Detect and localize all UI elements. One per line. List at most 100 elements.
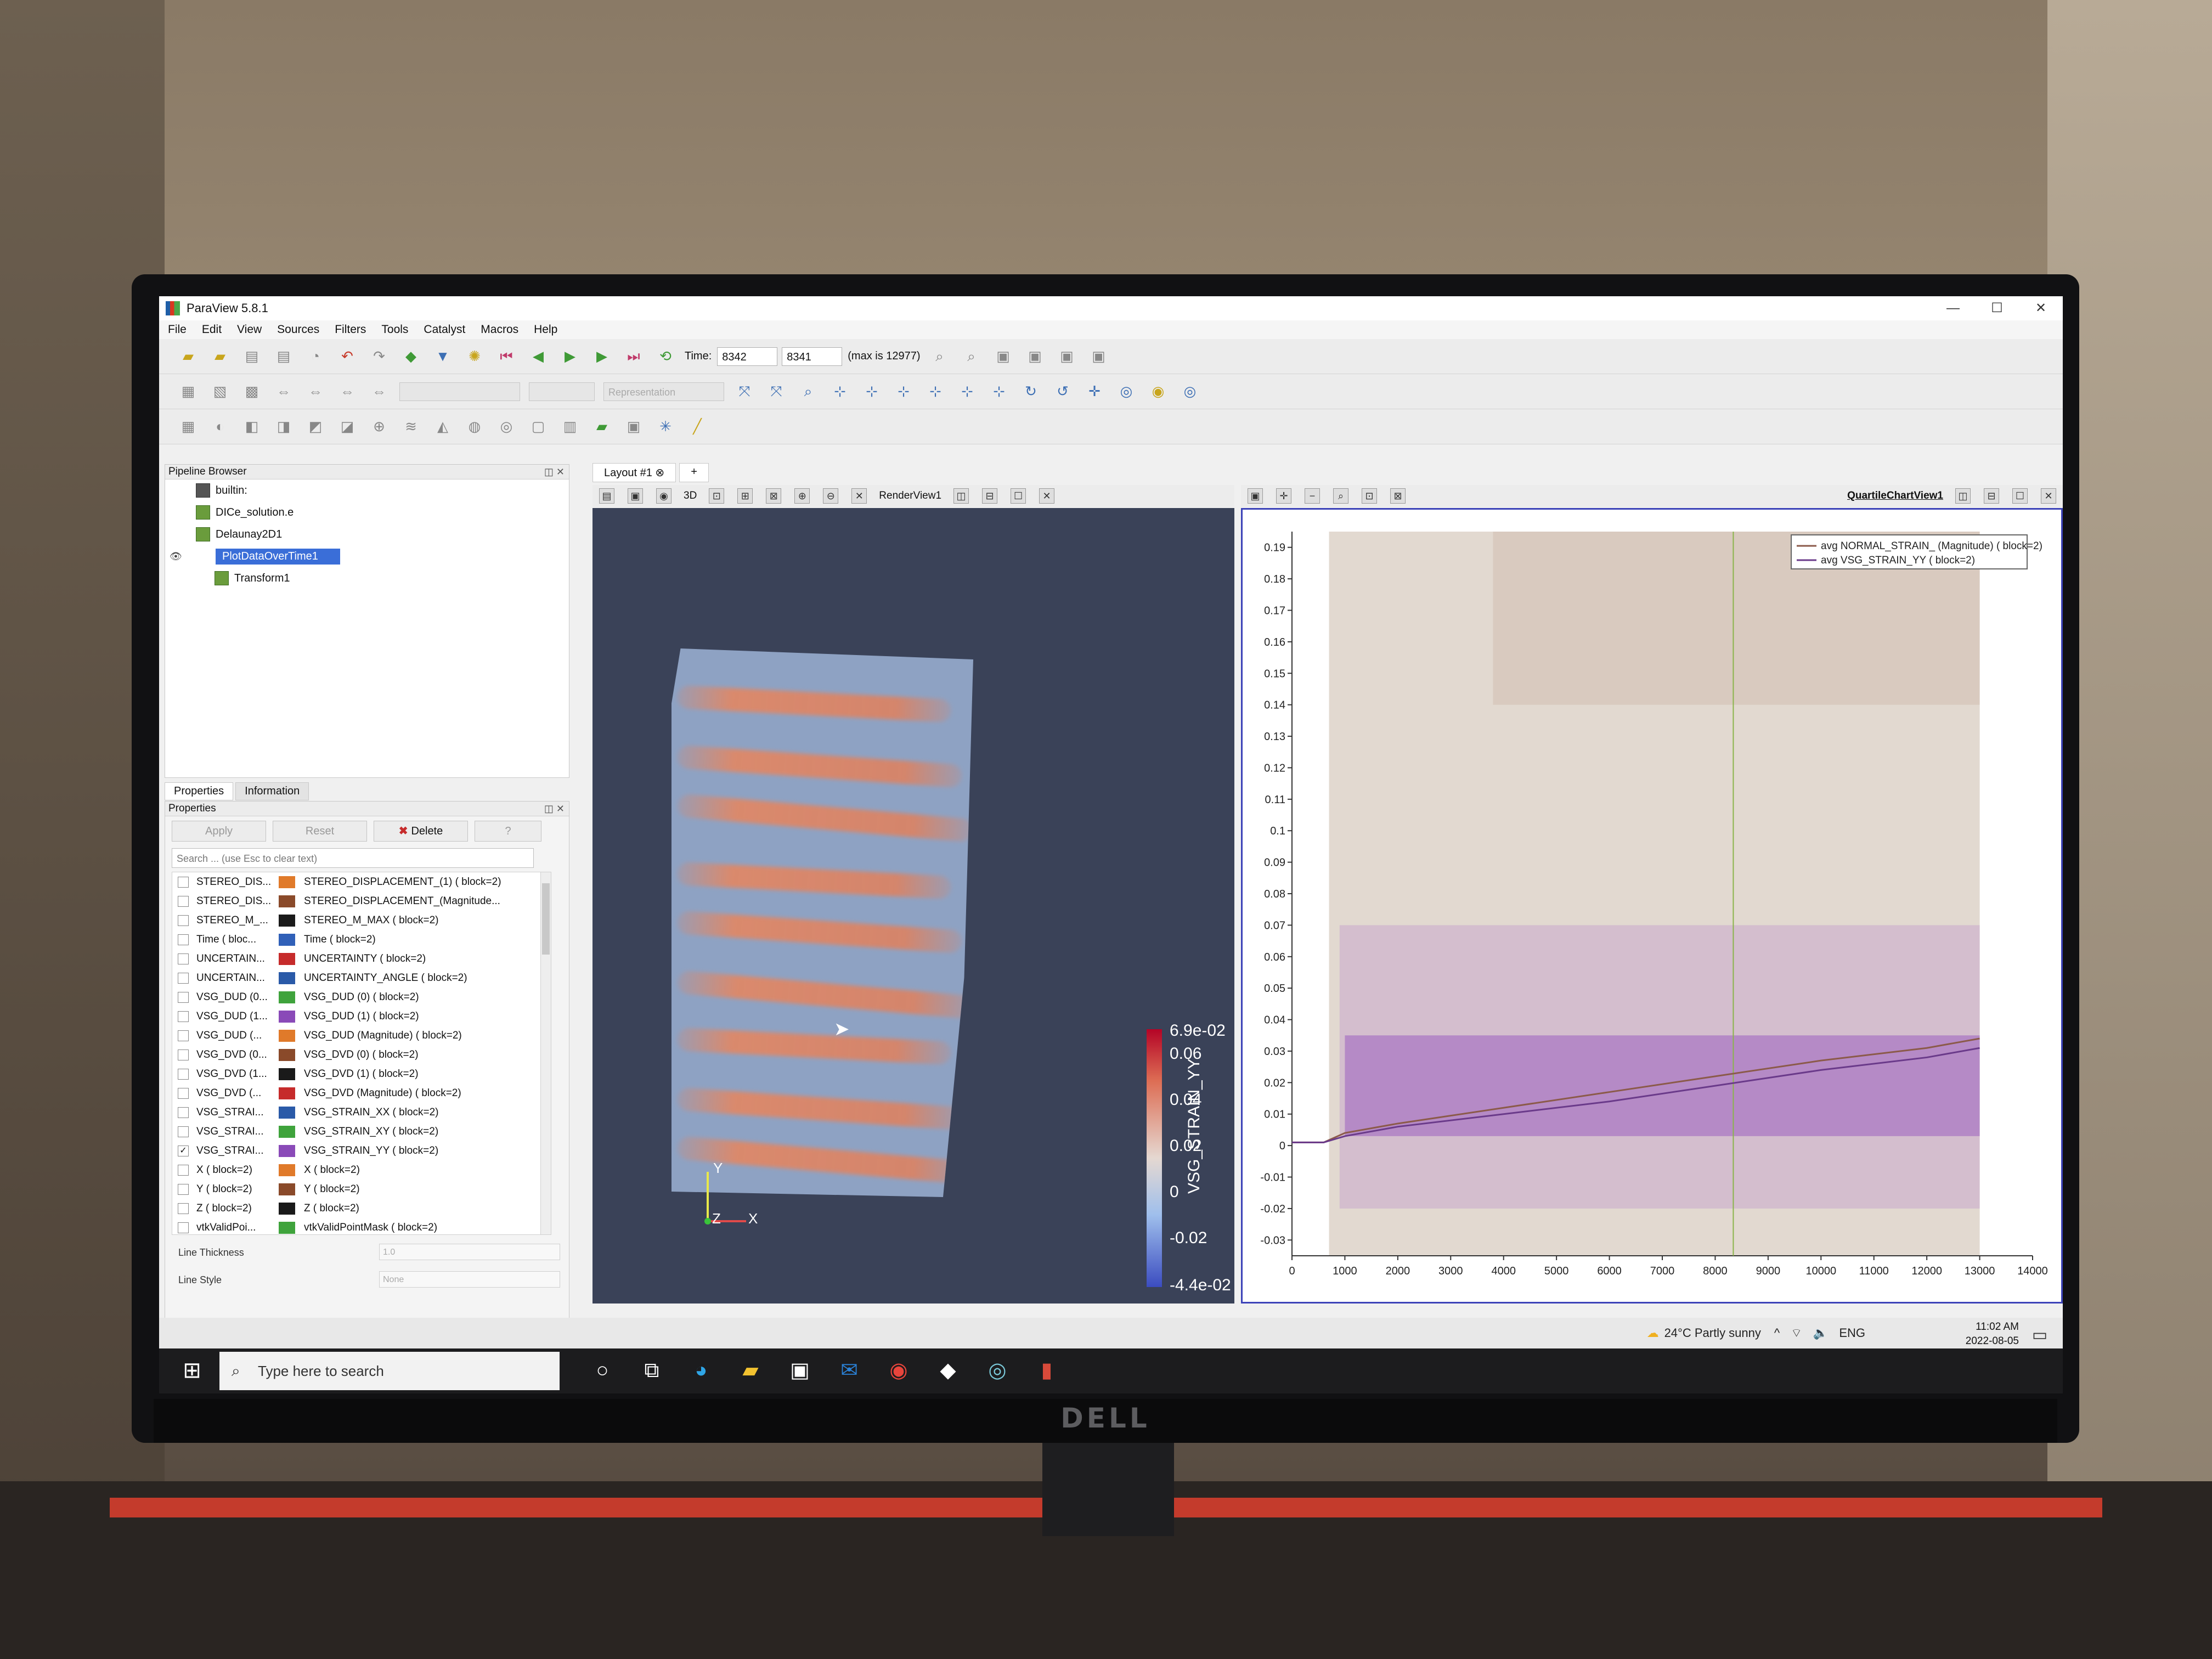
series-color-swatch[interactable]	[279, 1221, 295, 1234]
stream-tracer-icon[interactable]: ≋	[401, 417, 421, 437]
series-color-swatch[interactable]	[279, 895, 295, 907]
rescale-icon[interactable]: ⇔	[274, 382, 294, 402]
interactive-select-icon[interactable]: ⊠	[766, 488, 782, 504]
series-row[interactable]: VSG_DUD (... VSG_DUD (Magnitude) ( block=…	[172, 1026, 551, 1045]
tab-layout-1[interactable]: Layout #1 ⊗	[592, 463, 676, 482]
series-checkbox[interactable]	[178, 895, 189, 907]
series-color-swatch[interactable]	[279, 1029, 295, 1042]
shrink-selection-icon[interactable]: ⊖	[823, 488, 839, 504]
series-row[interactable]: X ( block=2) X ( block=2)	[172, 1160, 551, 1180]
menu-file[interactable]: File	[168, 323, 187, 336]
series-row[interactable]: Y ( block=2) Y ( block=2)	[172, 1180, 551, 1199]
series-row[interactable]: UNCERTAIN... UNCERTAINTY ( block=2)	[172, 949, 551, 968]
tray-chevron-icon[interactable]: ^	[1774, 1326, 1780, 1340]
chart-capture-icon[interactable]: ▣	[1248, 488, 1263, 504]
tab-information[interactable]: Information	[235, 782, 309, 800]
view-minus-x-icon[interactable]: ⊹	[862, 382, 882, 402]
panel-close-icon[interactable]: ◫ ✕	[544, 465, 565, 479]
series-checkbox[interactable]	[178, 915, 189, 926]
series-row[interactable]: ✓ VSG_STRAI... VSG_STRAIN_YY ( block=2)	[172, 1141, 551, 1160]
chart-add-icon[interactable]: ✛	[1276, 488, 1291, 504]
next-frame-icon[interactable]: ▶	[592, 347, 612, 366]
series-color-swatch[interactable]	[279, 1087, 295, 1099]
reset-button[interactable]: Reset	[273, 821, 367, 842]
series-row[interactable]: VSG_DVD (... VSG_DVD (Magnitude) ( block=…	[172, 1084, 551, 1103]
series-checkbox[interactable]	[178, 1164, 189, 1176]
series-color-swatch[interactable]	[279, 1125, 295, 1138]
time-value-field[interactable]: 8342	[717, 347, 778, 366]
zoom-to-data-icon[interactable]: ⤧	[766, 382, 786, 402]
series-row[interactable]: VSG_STRAI... VSG_STRAIN_XX ( block=2)	[172, 1103, 551, 1122]
zoom-closest-icon[interactable]: ⌕	[962, 347, 981, 366]
clear-selection-icon[interactable]: ✕	[851, 488, 867, 504]
task-view-icon[interactable]: ⧉	[636, 1355, 667, 1386]
series-row[interactable]: UNCERTAIN... UNCERTAINTY_ANGLE ( block=2)	[172, 968, 551, 988]
reset-center-icon[interactable]: ◎	[1116, 382, 1136, 402]
windows-start-icon[interactable]: ⊞	[176, 1354, 208, 1387]
contour-icon[interactable]: ◐	[210, 417, 230, 437]
screenshot-icon[interactable]: ▣	[624, 417, 644, 437]
view-plus-x-icon[interactable]: ⊹	[830, 382, 850, 402]
file-explorer-icon[interactable]: ▰	[735, 1355, 766, 1386]
zoom-data-icon[interactable]: ⌕	[930, 347, 950, 366]
chart-split-horizontal-icon[interactable]: ◫	[1955, 488, 1971, 504]
series-checkbox[interactable]	[178, 934, 189, 945]
series-color-swatch[interactable]	[279, 1048, 295, 1061]
camera-3-icon[interactable]: ▣	[1057, 347, 1077, 366]
series-checkbox[interactable]	[178, 953, 189, 964]
slice-icon[interactable]: ◨	[274, 417, 294, 437]
menu-help[interactable]: Help	[534, 323, 557, 336]
loop-icon[interactable]: ⟲	[656, 347, 675, 366]
pipeline-item-transform[interactable]: Transform1	[165, 567, 569, 589]
previous-frame-icon[interactable]: ◀	[528, 347, 548, 366]
redo-icon[interactable]: ↷	[369, 347, 389, 366]
toggle-3d-button[interactable]: 3D	[684, 490, 697, 502]
series-row[interactable]: VSG_STRAI... VSG_STRAIN_XY ( block=2)	[172, 1122, 551, 1141]
capture-icon[interactable]: ▣	[628, 488, 643, 504]
load-state-icon[interactable]: ▤	[242, 347, 262, 366]
edge-icon[interactable]: ◕	[686, 1355, 716, 1386]
language-indicator[interactable]: ENG	[1839, 1326, 1865, 1340]
series-color-swatch[interactable]	[279, 952, 295, 965]
chart-close-icon[interactable]: ✕	[2041, 488, 2056, 504]
volume-icon[interactable]: 🔈	[1813, 1326, 1828, 1340]
extract-subset-icon[interactable]: ◪	[337, 417, 357, 437]
series-row[interactable]: STEREO_DIS... STEREO_DISPLACEMENT_(Magnit…	[172, 891, 551, 911]
clip-icon[interactable]: ◧	[242, 417, 262, 437]
split-horizontal-icon[interactable]: ◫	[953, 488, 969, 504]
maximize-icon[interactable]: ☐	[1975, 296, 2019, 320]
warp-icon[interactable]: ◭	[433, 417, 453, 437]
rescale-visible-icon[interactable]: ⇔	[369, 382, 389, 402]
series-checkbox[interactable]: ✓	[178, 1145, 189, 1156]
play-icon[interactable]: ▶	[560, 347, 580, 366]
menu-sources[interactable]: Sources	[277, 323, 319, 336]
series-checkbox[interactable]	[178, 1068, 189, 1080]
group-icon[interactable]: ◍	[465, 417, 484, 437]
menu-edit[interactable]: Edit	[202, 323, 222, 336]
apply-button[interactable]: Apply	[172, 821, 266, 842]
series-row[interactable]: Z ( block=2) Z ( block=2)	[172, 1199, 551, 1218]
properties-search-input[interactable]: Search ... (use Esc to clear text)	[172, 848, 534, 868]
render-view[interactable]: 6.9e-02 0.06 0.04 0.02 0 -0.02 -4.4e-02 …	[592, 508, 1234, 1304]
show-center-icon[interactable]: ✛	[1085, 382, 1104, 402]
series-checkbox[interactable]	[178, 1183, 189, 1195]
visibility-eye-icon[interactable]: 👁	[170, 551, 182, 562]
view-plus-y-icon[interactable]: ⊹	[894, 382, 913, 402]
tab-properties[interactable]: Properties	[165, 782, 234, 800]
pipeline-item-delaunay2d[interactable]: Delaunay2D1	[165, 523, 569, 545]
edit-color-map-icon[interactable]: ▩	[242, 382, 262, 402]
series-color-swatch[interactable]	[279, 876, 295, 888]
view-plus-z-icon[interactable]: ⊹	[957, 382, 977, 402]
histogram-icon[interactable]: ▥	[560, 417, 580, 437]
series-color-swatch[interactable]	[279, 1164, 295, 1176]
line-thickness-field[interactable]: 1.0	[379, 1244, 560, 1260]
chart-select-icon[interactable]: ⊡	[1362, 488, 1377, 504]
store-icon[interactable]: ▣	[785, 1355, 815, 1386]
grow-selection-icon[interactable]: ⊕	[794, 488, 810, 504]
palette-icon[interactable]: ✺	[465, 347, 484, 366]
reset-camera-icon[interactable]: ⤧	[735, 382, 754, 402]
series-color-swatch[interactable]	[279, 1068, 295, 1080]
camera-icon[interactable]: ◉	[656, 488, 672, 504]
list-scrollbar[interactable]	[540, 872, 551, 1234]
series-checkbox[interactable]	[178, 1049, 189, 1060]
